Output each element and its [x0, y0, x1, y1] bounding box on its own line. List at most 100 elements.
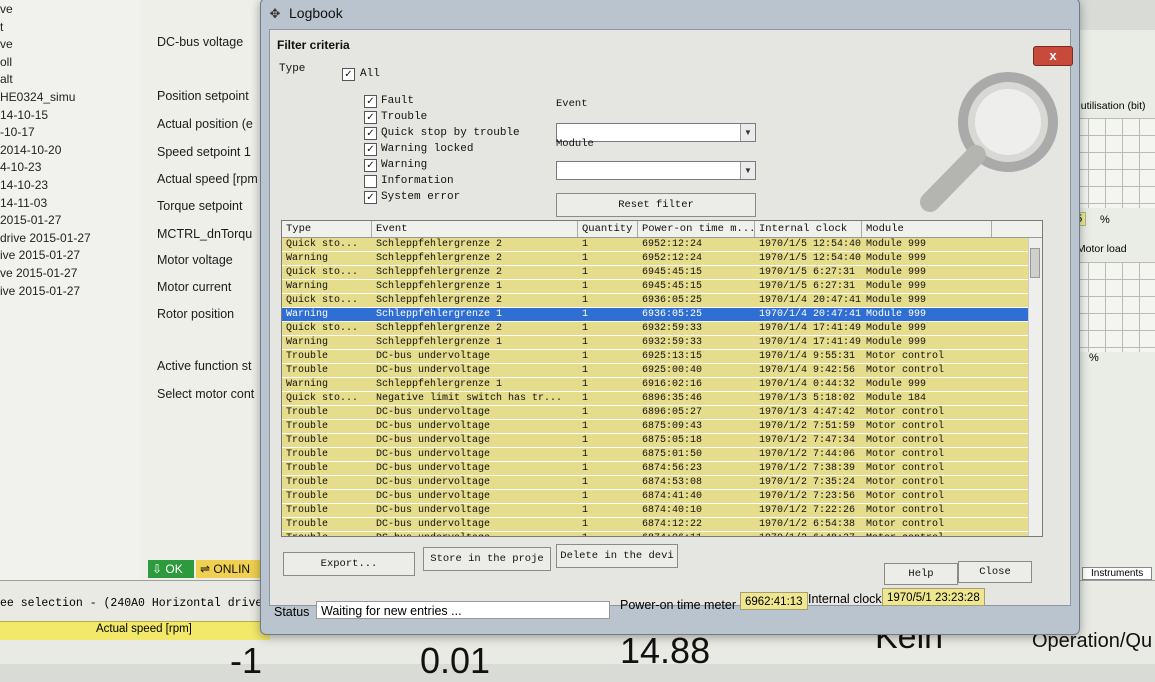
logbook-window: ✥ Logbook Filter criteria Type ✓ All ✓ Fa… [260, 0, 1080, 635]
table-row[interactable]: Quick sto... Schleppfehlergrenze 2 1 6945:4… [282, 266, 1028, 280]
tree-item[interactable]: 14-10-23 [0, 178, 48, 192]
table-cell: Module 999 [866, 281, 927, 292]
table-cell: 1 [582, 253, 589, 264]
table-cell: Trouble [286, 491, 329, 502]
tree-item[interactable]: ve 2015-01-27 [0, 266, 77, 280]
status-bar: Status Waiting for new entries ... Power… [270, 588, 1070, 624]
tree-item[interactable]: 4-10-23 [0, 160, 41, 174]
table-row[interactable]: Quick sto... Schleppfehlergrenze 2 1 6932:5… [282, 322, 1028, 336]
table-cell: 1 [582, 337, 589, 348]
tree-item[interactable]: HE0324_simu [0, 90, 75, 104]
column-header[interactable]: Internal clock [755, 221, 862, 237]
column-header[interactable]: Event [372, 221, 578, 237]
type-checkbox[interactable]: ✓ [364, 159, 377, 172]
table-row[interactable]: Trouble DC-bus undervoltage 1 6874:41:40 197… [282, 490, 1028, 504]
help-button[interactable]: Help [884, 563, 958, 585]
tree-item[interactable]: 2015-01-27 [0, 213, 61, 227]
table-cell: 6952:12:24 [642, 239, 703, 250]
table-row[interactable]: Warning Schleppfehlergrenze 1 1 6916:02:16 1… [282, 378, 1028, 392]
type-checkbox[interactable]: ✓ [364, 143, 377, 156]
tree-item[interactable]: t [0, 20, 3, 34]
table-cell: Warning [286, 281, 329, 292]
type-checkbox[interactable]: ✓ [364, 191, 377, 204]
table-cell: DC-bus undervoltage [376, 477, 491, 488]
column-header[interactable]: Type [282, 221, 372, 237]
type-checkbox[interactable]: ✓ [364, 95, 377, 108]
table-cell: Motor control [866, 463, 945, 474]
column-header[interactable]: Power-on time m... [638, 221, 755, 237]
table-header: Type Event Quantity Power-on time m... Inter… [282, 221, 1042, 238]
table-row[interactable]: TroubleDC-bus undervoltage16874:06:11197… [282, 532, 1028, 536]
table-row[interactable]: Warning Schleppfehlergrenze 1 1 6945:45:15 1… [282, 280, 1028, 294]
table-row[interactable]: Trouble DC-bus undervoltage 1 6925:13:15 197… [282, 350, 1028, 364]
table-cell: 1970/1/2 7:44:06 [759, 449, 856, 460]
module-combobox[interactable]: ▼ [556, 161, 756, 180]
table-cell: Module 999 [866, 295, 927, 306]
table-cell: DC-bus undervoltage [376, 491, 491, 502]
table-cell: Schleppfehlergrenze 2 [376, 295, 503, 306]
all-checkbox[interactable]: ✓ [342, 68, 355, 81]
table-cell: Schleppfehlergrenze 1 [376, 337, 503, 348]
export-button[interactable]: Export... [283, 552, 415, 576]
table-cell: 1970/1/4 17:41:49 [759, 337, 862, 348]
table-cell: 6936:05:25 [642, 309, 703, 320]
table-row[interactable]: Trouble DC-bus undervoltage 1 6875:09:43 197… [282, 420, 1028, 434]
type-checkbox[interactable]: ✓ [364, 127, 377, 140]
table-row[interactable]: Quick sto... Schleppfehlergrenze 2 1 6936:0… [282, 294, 1028, 308]
table-row[interactable]: Trouble DC-bus undervoltage 1 6874:12:22 197… [282, 518, 1028, 532]
tree-item[interactable]: ive 2015-01-27 [0, 248, 80, 262]
table-cell: 1 [582, 491, 589, 502]
actual-speed-value: -1 [230, 640, 263, 681]
store-in-project-button[interactable]: Store in the proje [423, 547, 551, 571]
table-row[interactable]: Warning Schleppfehlergrenze 1 1 6932:59:33 1… [282, 336, 1028, 350]
table-cell: Module 184 [866, 393, 927, 404]
table-cell: 1970/1/4 17:41:49 [759, 323, 862, 334]
type-checkbox[interactable] [364, 175, 377, 188]
table-cell: 1 [582, 379, 589, 390]
tree-item[interactable]: drive 2015-01-27 [0, 231, 91, 245]
table-row[interactable]: Trouble DC-bus undervoltage 1 6875:05:18 197… [282, 434, 1028, 448]
tree-item[interactable]: ve [0, 37, 13, 51]
chevron-down-icon[interactable]: ▼ [740, 162, 755, 179]
table-cell: 1 [578, 532, 638, 536]
tree-item[interactable]: ive 2015-01-27 [0, 284, 80, 298]
table-row[interactable]: Quick sto... Schleppfehlergrenze 2 1 6952:1… [282, 238, 1028, 252]
chevron-down-icon[interactable]: ▼ [740, 124, 755, 141]
table-cell: 6874:41:40 [642, 491, 703, 502]
close-button[interactable]: Close [958, 561, 1032, 583]
tree-item[interactable]: -10-17 [0, 125, 35, 139]
column-header[interactable]: Module [862, 221, 992, 237]
table-row[interactable]: Trouble DC-bus undervoltage 1 6874:53:08 197… [282, 476, 1028, 490]
table-cell: Module 999 [866, 239, 927, 250]
table-row[interactable]: Trouble DC-bus undervoltage 1 6874:40:10 197… [282, 504, 1028, 518]
table-cell: 1 [582, 505, 589, 516]
table-row[interactable]: Trouble DC-bus undervoltage 1 6874:56:23 197… [282, 462, 1028, 476]
scrollbar-thumb[interactable] [1030, 248, 1040, 278]
table-cell: DC-bus undervoltage [376, 351, 491, 362]
title-bar[interactable]: ✥ Logbook [261, 0, 1079, 29]
delete-in-device-button[interactable]: Delete in the devi [556, 544, 678, 568]
table-row[interactable]: Trouble DC-bus undervoltage 1 6875:01:50 197… [282, 448, 1028, 462]
vertical-scrollbar[interactable] [1028, 238, 1042, 536]
tree-item[interactable]: alt [0, 72, 13, 86]
tree-item[interactable]: 14-10-15 [0, 108, 48, 122]
table-row[interactable]: Trouble DC-bus undervoltage 1 6896:05:27 197… [282, 406, 1028, 420]
table-row[interactable]: Quick sto... Negative limit switch has tr… [282, 392, 1028, 406]
table-row[interactable]: Trouble DC-bus undervoltage 1 6925:00:40 197… [282, 364, 1028, 378]
type-checkbox[interactable]: ✓ [364, 111, 377, 124]
table-row[interactable]: Warning Schleppfehlergrenze 2 1 6952:12:24 1… [282, 252, 1028, 266]
column-header[interactable]: Quantity [578, 221, 638, 237]
tree-item[interactable]: ve [0, 2, 13, 16]
window-title: Logbook [289, 5, 343, 21]
table-cell: Warning [286, 253, 329, 264]
window-close-button[interactable]: x [1033, 46, 1073, 66]
tree-item[interactable]: oll [0, 55, 12, 69]
instruments-label[interactable]: Instruments [1082, 567, 1153, 580]
table-cell: Trouble [286, 519, 329, 530]
tree-item[interactable]: 14-11-03 [0, 196, 47, 210]
tree-item[interactable]: 2014-10-20 [0, 143, 61, 157]
table-row[interactable]: Warning Schleppfehlergrenze 1 1 6936:05:25 1… [282, 308, 1028, 322]
reset-filter-button[interactable]: Reset filter [556, 193, 756, 217]
table-cell: 1 [582, 267, 589, 278]
table-cell: Schleppfehlergrenze 1 [376, 281, 503, 292]
